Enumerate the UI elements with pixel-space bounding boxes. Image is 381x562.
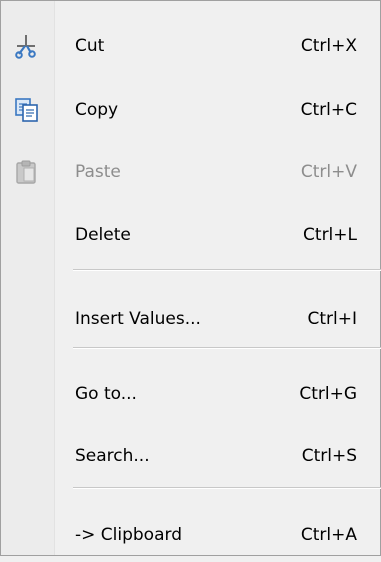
menu-item-label: Cut <box>75 36 105 56</box>
copy-icon <box>15 98 38 122</box>
menu-separator <box>73 347 381 349</box>
menu-item-shortcut: Ctrl+S <box>301 446 357 466</box>
menu-item-go-to[interactable]: Go to... Ctrl+G <box>2 367 380 421</box>
menu-item-search[interactable]: Search... Ctrl+S <box>2 429 380 483</box>
menu-item-shortcut: Ctrl+C <box>300 100 357 120</box>
menu-item-label: Go to... <box>75 384 137 404</box>
menu-item-shortcut: Ctrl+A <box>300 525 357 545</box>
menu-item-shortcut: Ctrl+L <box>303 225 357 245</box>
menu-item-shortcut: Ctrl+X <box>300 36 357 56</box>
menu-item-label: Insert Values... <box>75 309 201 329</box>
clipboard-icon <box>16 160 36 184</box>
menu-item-label: Copy <box>75 100 119 120</box>
menu-item-shortcut: Ctrl+I <box>307 309 357 329</box>
menu-item-paste[interactable]: Paste Ctrl+V <box>2 145 380 199</box>
menu-separator <box>73 269 381 271</box>
menu-item-label: -> Clipboard <box>75 525 182 545</box>
menu-item-cut[interactable]: Cut Ctrl+X <box>2 19 380 73</box>
context-menu: Cut Ctrl+X Copy Ctrl+C Paste Ctrl+V Dele… <box>0 0 381 556</box>
menu-item-label: Paste <box>75 162 121 182</box>
menu-item-label: Search... <box>75 446 150 466</box>
menu-item-copy-to-clipboard[interactable]: -> Clipboard Ctrl+A <box>2 508 380 562</box>
menu-item-delete[interactable]: Delete Ctrl+L <box>2 208 380 262</box>
menu-item-copy[interactable]: Copy Ctrl+C <box>2 83 380 137</box>
menu-item-insert-values[interactable]: Insert Values... Ctrl+I <box>2 292 380 346</box>
menu-item-shortcut: Ctrl+G <box>299 384 357 404</box>
menu-item-label: Delete <box>75 225 131 245</box>
scissors-icon <box>15 35 36 59</box>
menu-item-shortcut: Ctrl+V <box>300 162 357 182</box>
menu-separator <box>73 487 381 489</box>
